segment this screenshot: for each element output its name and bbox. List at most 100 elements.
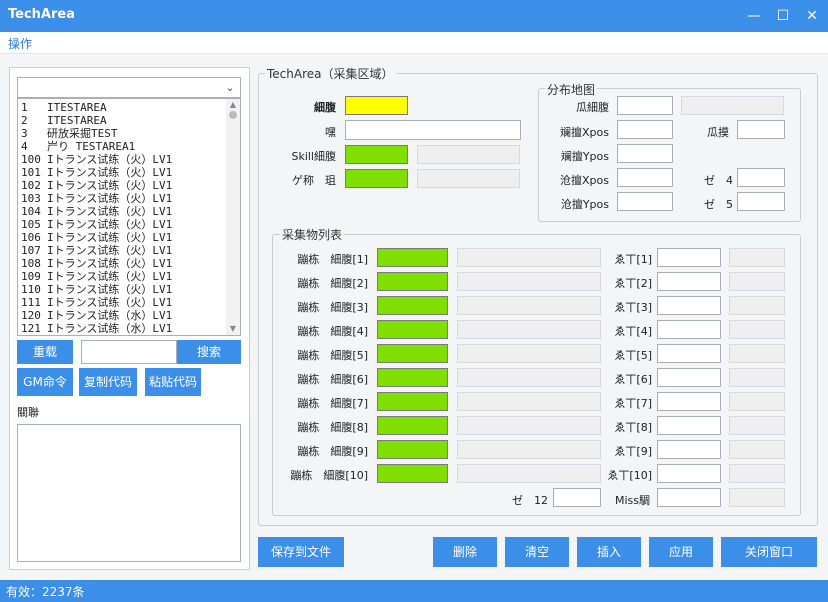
collect-item-input[interactable] [657,320,721,339]
list-item-text: Iトランス试练（火）LV1 [47,244,173,257]
search-button[interactable]: 搜索 [177,340,241,364]
list-item[interactable]: 1 ITESTAREA [21,101,107,114]
menu-operate[interactable]: 操作 [8,35,32,52]
list-item[interactable]: 4 屵り TESTAREA1 [21,140,135,153]
collect-item-input[interactable] [657,272,721,291]
search-input[interactable] [81,340,177,364]
skill-color-field[interactable] [345,145,408,164]
notes-textarea[interactable] [17,424,241,562]
map-f8-label: ゼ 5 [704,198,733,211]
extra-input[interactable] [553,488,601,507]
list-item[interactable]: 3 研放采掘TEST [21,127,118,140]
list-item-index: 104 [21,205,41,218]
map-f6-input[interactable] [737,168,785,187]
list-item[interactable]: 103 Iトランス试练（火）LV1 [21,192,172,205]
collect-item-input[interactable] [657,392,721,411]
list-item[interactable]: 106 Iトランス试练（火）LV1 [21,231,172,244]
collect-item-input[interactable] [657,440,721,459]
gm-command-button[interactable]: GM命令 [17,368,73,396]
collect-item-right-readonly [729,248,785,267]
list-item[interactable]: 120 Iトランス试练（水）LV1 [21,309,172,322]
list-item-index: 101 [21,166,41,179]
kind-label: ゲ称 珇 [292,174,336,187]
collect-item-input[interactable] [657,416,721,435]
collect-item-label: 蹦栋 細腹[8] [297,421,368,434]
copy-code-button[interactable]: 复制代码 [79,368,137,396]
list-item[interactable]: 102 Iトランス试练（火）LV1 [21,179,172,192]
collect-item-color-field[interactable] [377,392,448,411]
list-item[interactable]: 100 Iトランス试练（火）LV1 [21,153,172,166]
area-list[interactable]: 1 ITESTAREA 2 ITESTAREA 3 研放采掘TEST 4 屵り TESTARE… [17,98,241,336]
collect-item-right-label: ゑ丅[8] [614,421,652,434]
map-ypos2-input[interactable] [617,192,673,211]
list-item[interactable]: 2 ITESTAREA [21,114,107,127]
list-item[interactable]: 104 Iトランス试练（火）LV1 [21,205,172,218]
menu-bar: 操作 [0,32,828,54]
collect-item-input[interactable] [657,368,721,387]
collect-item-label: 蹦栋 細腹[2] [297,277,368,290]
map-f3-input[interactable] [737,120,785,139]
minimize-button[interactable]: — [740,0,768,32]
list-item-text: Iトランス试练（水）LV1 [47,322,173,335]
close-window-bottom-button[interactable]: 关闭窗口 [721,537,817,567]
miss-input[interactable] [657,488,721,507]
list-item-index: 121 [21,322,41,335]
collect-item-color-field[interactable] [377,440,448,459]
collect-item-color-field[interactable] [377,368,448,387]
list-item[interactable]: 121 Iトランス试练（水）LV1 [21,322,172,335]
scroll-up-icon[interactable]: ▲ [226,99,240,111]
delete-button[interactable]: 删除 [433,537,497,567]
clear-button[interactable]: 清空 [505,537,569,567]
collect-item-right-label: ゑ丅[5] [614,349,652,362]
collect-item-readonly [457,272,601,291]
collect-item-color-field[interactable] [377,416,448,435]
collect-item-color-field[interactable] [377,320,448,339]
collect-item-input[interactable] [657,296,721,315]
collect-item-readonly [457,392,601,411]
collect-item-color-field[interactable] [377,344,448,363]
desc-input[interactable] [345,120,521,140]
list-item[interactable]: 101 Iトランス试练（火）LV1 [21,166,172,179]
list-item[interactable]: 107 Iトランス试练（火）LV1 [21,244,172,257]
list-item-text: Iトランス试练（火）LV1 [47,257,173,270]
desc-label: 嘿 [325,126,336,139]
list-item[interactable]: 105 Iトランス试练（火）LV1 [21,218,172,231]
collect-item-color-field[interactable] [377,464,448,483]
apply-button[interactable]: 应用 [649,537,713,567]
list-item-text: Iトランス试练（火）LV1 [47,179,173,192]
insert-button[interactable]: 插入 [577,537,641,567]
scroll-down-icon[interactable]: ▼ [226,323,240,335]
map-f8-input[interactable] [737,192,785,211]
area-dropdown[interactable]: ⌄ [17,77,241,98]
collect-item-color-field[interactable] [377,272,448,291]
list-item-text: ITESTAREA [47,101,107,114]
close-window-button[interactable]: ✕ [798,0,826,32]
map-f1-input[interactable] [617,96,673,115]
list-item-text: Iトランス试练（火）LV1 [47,270,173,283]
collect-item-input[interactable] [657,344,721,363]
list-item[interactable]: 111 Iトランス试练（火）LV1 [21,296,172,309]
collect-item-color-field[interactable] [377,296,448,315]
maximize-button[interactable]: ☐ [769,0,797,32]
name-color-field[interactable] [345,96,408,115]
list-item[interactable]: 108 Iトランス试练（火）LV1 [21,257,172,270]
paste-code-button[interactable]: 粘贴代码 [145,368,201,396]
collect-item-right-readonly [729,320,785,339]
list-item[interactable]: 109 Iトランス试练（火）LV1 [21,270,172,283]
collect-item-input[interactable] [657,248,721,267]
reload-button[interactable]: 重载 [17,340,73,364]
save-to-file-button[interactable]: 保存到文件 [258,537,344,567]
collect-item-right-readonly [729,416,785,435]
kind-color-field[interactable] [345,169,408,188]
map-xpos2-input[interactable] [617,168,673,187]
collect-item-color-field[interactable] [377,248,448,267]
list-item-index: 3 [21,127,28,140]
map-ypos-input[interactable] [617,144,673,163]
list-scrollbar[interactable]: ▲ ▼ [226,99,240,335]
collect-item-right-label: ゑ丅[9] [614,445,652,458]
collect-item-input[interactable] [657,464,721,483]
scroll-thumb[interactable] [229,111,237,119]
chevron-down-icon[interactable]: ⌄ [222,79,238,96]
list-item[interactable]: 110 Iトランス试练（火）LV1 [21,283,172,296]
map-xpos-input[interactable] [617,120,673,139]
